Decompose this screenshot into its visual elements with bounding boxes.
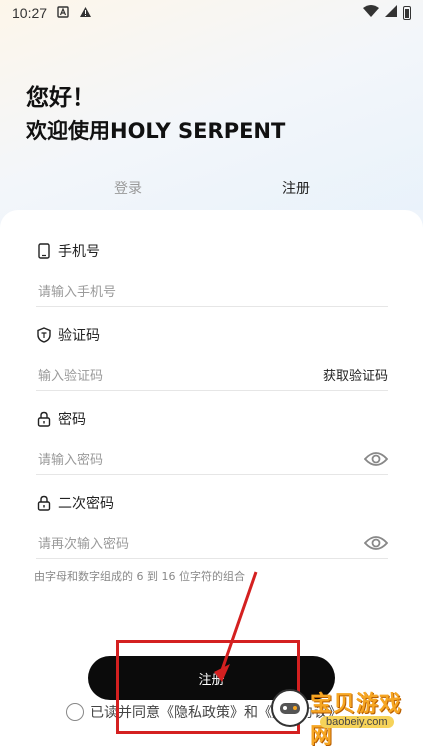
code-label-row: 验证码 — [36, 325, 388, 345]
status-right — [363, 5, 411, 21]
get-code-button[interactable]: 获取验证码 — [323, 365, 388, 384]
password-label-row: 密码 — [36, 409, 388, 429]
code-label: 验证码 — [58, 328, 100, 344]
status-bar: 10:27 — [0, 0, 423, 26]
confirm-placeholder: 请再次输入密码 — [38, 537, 130, 552]
confirm-label-row: 二次密码 — [36, 493, 388, 513]
lock-icon — [36, 411, 52, 427]
code-input[interactable]: 输入验证码 获取验证码 — [36, 359, 388, 391]
code-field: 验证码 输入验证码 获取验证码 — [36, 325, 388, 391]
agreement-radio[interactable] — [66, 703, 84, 721]
eye-icon[interactable] — [363, 534, 389, 552]
battery-icon — [403, 6, 411, 20]
eye-icon[interactable] — [363, 450, 389, 468]
wifi-icon — [363, 5, 379, 21]
password-input[interactable]: 请输入密码 — [36, 443, 389, 475]
signal-icon — [385, 5, 397, 21]
password-field: 密码 请输入密码 — [36, 409, 389, 475]
phone-field: 手机号 请输入手机号 — [36, 241, 388, 307]
password-placeholder: 请输入密码 — [38, 453, 104, 468]
gamepad-logo-icon — [271, 689, 309, 727]
lock-icon — [36, 495, 52, 511]
auth-tabs: 登录 注册 — [0, 178, 423, 200]
code-placeholder: 输入验证码 — [38, 369, 104, 384]
confirm-password-input[interactable]: 请再次输入密码 — [36, 527, 389, 559]
phone-placeholder: 请输入手机号 — [38, 285, 117, 300]
phone-label: 手机号 — [58, 244, 100, 260]
confirm-label: 二次密码 — [58, 496, 114, 512]
shield-icon — [36, 327, 52, 343]
phone-icon — [36, 243, 52, 259]
phone-input[interactable]: 请输入手机号 — [36, 275, 388, 307]
confirm-password-field: 二次密码 请再次输入密码 — [36, 493, 389, 559]
greeting-title: 您好！ — [26, 85, 95, 111]
tab-login[interactable]: 登录 — [114, 178, 142, 198]
watermark-url: baobeiy.com — [320, 716, 394, 728]
phone-label-row: 手机号 — [36, 241, 388, 261]
notification-a-icon — [57, 5, 69, 21]
warning-icon — [79, 6, 92, 21]
password-label: 密码 — [58, 412, 86, 428]
welcome-title: 欢迎使用HOLY SERPENT — [26, 119, 286, 143]
watermark: 宝贝游戏网 baobeiy.com — [270, 686, 420, 749]
password-hint: 由字母和数字组成的 6 到 16 位字符的组合 — [34, 570, 245, 583]
status-time: 10:27 — [12, 5, 48, 21]
tab-register[interactable]: 注册 — [282, 178, 310, 198]
